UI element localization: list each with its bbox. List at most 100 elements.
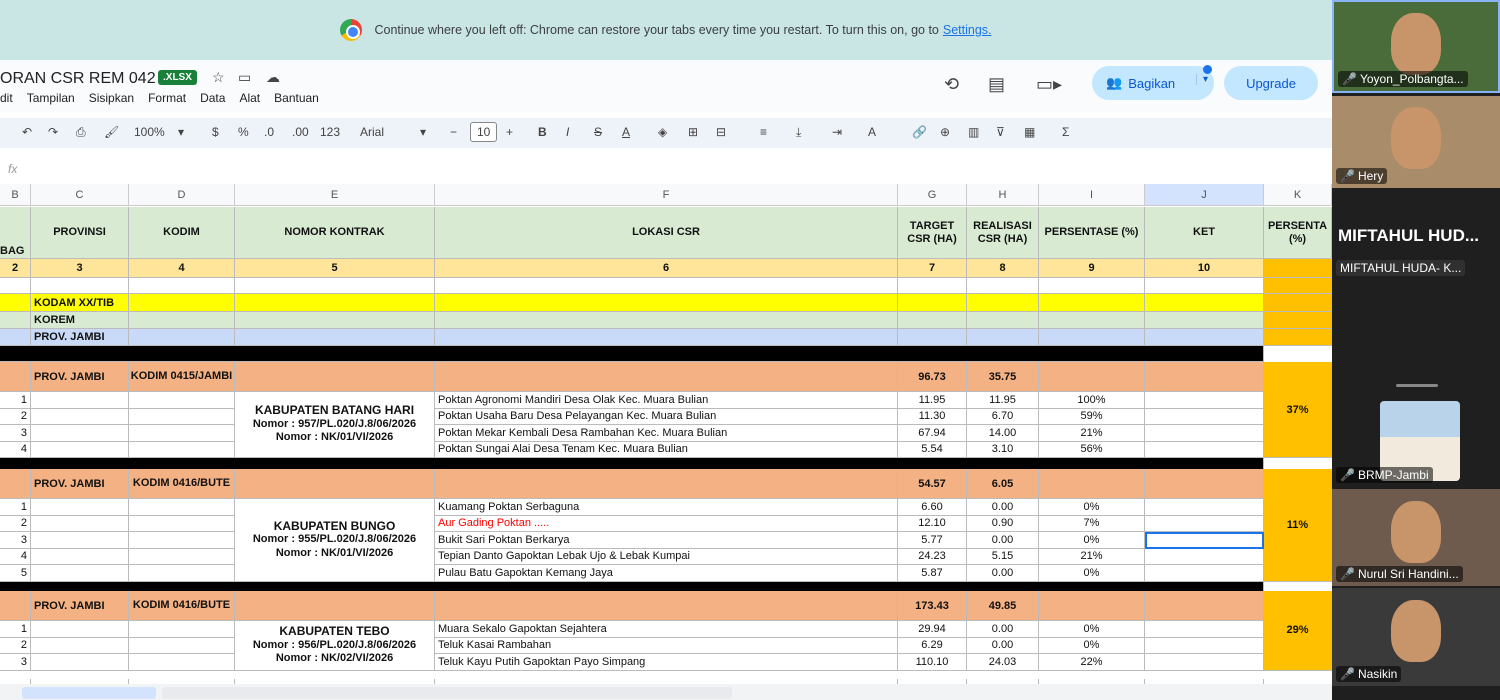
empty-cell[interactable]	[1039, 294, 1145, 312]
group-kodim[interactable]: KODIM 0415/JAMBI	[129, 362, 235, 392]
row-number[interactable]: 3	[0, 425, 31, 442]
ket-cell[interactable]	[1145, 425, 1264, 442]
group-persentase[interactable]: 29%	[1264, 591, 1332, 671]
persentase-cell[interactable]: 0%	[1039, 532, 1145, 549]
row-number[interactable]: 5	[0, 565, 31, 582]
target-cell[interactable]: 110.10	[898, 654, 967, 671]
meet-icon[interactable]: ▭▸	[1036, 74, 1062, 95]
persentase-cell[interactable]: 7%	[1039, 515, 1145, 532]
empty-cell[interactable]	[129, 278, 235, 294]
currency-button[interactable]: $	[212, 125, 219, 139]
empty-cell[interactable]	[31, 425, 129, 442]
star-icon[interactable]: ☆	[212, 69, 225, 86]
persentase-cell[interactable]: 22%	[1039, 654, 1145, 671]
empty-cell[interactable]	[129, 654, 235, 671]
ket-cell[interactable]	[1145, 392, 1264, 409]
chevron-down-icon[interactable]: ▾	[1195, 74, 1208, 85]
target-cell[interactable]: 11.30	[898, 408, 967, 425]
empty-cell[interactable]	[129, 329, 235, 346]
zoom-chevron-icon[interactable]: ▾	[178, 125, 184, 139]
paint-format-icon[interactable]: 🖌	[104, 125, 119, 139]
menu-help[interactable]: Bantuan	[274, 91, 319, 105]
realisasi-cell[interactable]: 11.95	[967, 392, 1039, 409]
empty-cell[interactable]	[129, 408, 235, 425]
realisasi-cell[interactable]: 24.03	[967, 654, 1039, 671]
column-number-cell[interactable]	[1264, 259, 1332, 278]
participant-tile[interactable]: 🎤 Nasikin	[1332, 588, 1500, 686]
header-kodim[interactable]: KODIM	[129, 207, 235, 259]
empty-cell[interactable]	[235, 312, 435, 329]
functions-button[interactable]: Σ	[1062, 125, 1069, 139]
group-kodim[interactable]: KODIM 0416/BUTE	[129, 469, 235, 499]
persentase-cell[interactable]: 0%	[1039, 499, 1145, 516]
empty-cell[interactable]	[1145, 469, 1264, 499]
share-button[interactable]: 👥 Bagikan ▾	[1092, 65, 1214, 100]
column-header-f[interactable]: F	[435, 184, 898, 206]
realisasi-cell[interactable]: 14.00	[967, 425, 1039, 442]
merge-cells-icon[interactable]: ⊟	[716, 125, 726, 139]
column-header-d[interactable]: D	[129, 184, 235, 206]
kodam-label[interactable]: KODAM XX/TIB	[31, 294, 129, 312]
header-b[interactable]: BAG	[0, 207, 31, 259]
ket-cell[interactable]	[1145, 654, 1264, 671]
empty-cell[interactable]	[1039, 362, 1145, 392]
group-realisasi[interactable]: 35.75	[967, 362, 1039, 392]
empty-cell[interactable]	[129, 392, 235, 409]
prov-label[interactable]: PROV. JAMBI	[31, 329, 129, 346]
persentase-cell[interactable]: 100%	[1039, 392, 1145, 409]
empty-cell[interactable]	[1264, 294, 1332, 312]
empty-cell[interactable]	[129, 532, 235, 549]
row-number[interactable]: 3	[0, 654, 31, 671]
font-chevron-icon[interactable]: ▾	[420, 125, 426, 139]
contract-cell[interactable]: KABUPATEN BATANG HARI Nomor : 957/PL.020/…	[235, 392, 435, 458]
menu-tools[interactable]: Alat	[239, 91, 260, 105]
banner-settings-link[interactable]: Settings.	[943, 23, 992, 37]
number-format-button[interactable]: 123	[320, 125, 340, 139]
participant-tile[interactable]: MIFTAHUL HUD... MIFTAHUL HUDA- K...	[1332, 190, 1500, 290]
row-number[interactable]: 2	[0, 637, 31, 654]
empty-cell[interactable]	[129, 441, 235, 458]
empty-cell[interactable]	[1264, 329, 1332, 346]
target-cell[interactable]: 24.23	[898, 548, 967, 565]
location-cell[interactable]: Poktan Sungai Alai Desa Tenam Kec. Muara…	[435, 441, 898, 458]
empty-cell[interactable]	[435, 312, 898, 329]
column-header-h[interactable]: H	[967, 184, 1039, 206]
empty-cell[interactable]	[435, 591, 898, 621]
ket-cell[interactable]	[1145, 621, 1264, 638]
undo-icon[interactable]: ↶	[22, 125, 32, 139]
empty-cell[interactable]	[435, 278, 898, 294]
group-target[interactable]: 54.57	[898, 469, 967, 499]
header-ket[interactable]: KET	[1145, 207, 1264, 259]
upgrade-button[interactable]: Upgrade	[1224, 66, 1318, 100]
menu-insert[interactable]: Sisipkan	[89, 91, 134, 105]
chart-icon[interactable]: ▥	[968, 125, 979, 139]
column-number-cell[interactable]: 4	[129, 259, 235, 278]
empty-cell[interactable]	[235, 329, 435, 346]
empty-cell[interactable]	[31, 441, 129, 458]
realisasi-cell[interactable]: 0.00	[967, 499, 1039, 516]
empty-cell[interactable]	[129, 499, 235, 516]
empty-cell[interactable]	[967, 294, 1039, 312]
location-cell[interactable]: Poktan Mekar Kembali Desa Rambahan Kec. …	[435, 425, 898, 442]
ket-cell[interactable]	[1145, 515, 1264, 532]
zoom-select[interactable]: 100%	[134, 125, 165, 139]
realisasi-cell[interactable]: 5.15	[967, 548, 1039, 565]
group-realisasi[interactable]: 6.05	[967, 469, 1039, 499]
target-cell[interactable]: 6.29	[898, 637, 967, 654]
location-cell[interactable]: Aur Gading Poktan .....	[435, 515, 898, 532]
filter-views-icon[interactable]: ▦	[1024, 125, 1035, 139]
empty-cell[interactable]	[898, 278, 967, 294]
persentase-cell[interactable]: 0%	[1039, 621, 1145, 638]
empty-cell[interactable]	[0, 294, 31, 312]
target-cell[interactable]: 12.10	[898, 515, 967, 532]
empty-cell[interactable]	[1264, 312, 1332, 329]
participant-tile[interactable]: 🎤 Nurul Sri Handini...	[1332, 489, 1500, 586]
empty-cell[interactable]	[235, 278, 435, 294]
location-cell[interactable]: Tepian Danto Gapoktan Lebak Ujo & Lebak …	[435, 548, 898, 565]
percent-button[interactable]: %	[238, 125, 249, 139]
empty-cell[interactable]	[235, 294, 435, 312]
print-icon[interactable]: ⎙	[76, 125, 86, 140]
column-number-cell[interactable]: 7	[898, 259, 967, 278]
header-persenta[interactable]: PERSENTA (%)	[1264, 207, 1332, 259]
realisasi-cell[interactable]: 3.10	[967, 441, 1039, 458]
